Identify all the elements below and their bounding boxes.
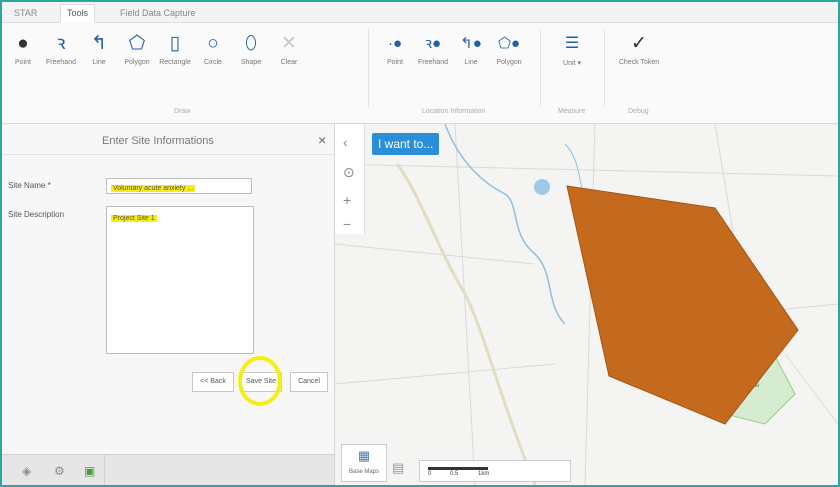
identify-point-button[interactable]: ·● Point bbox=[376, 31, 414, 66]
polygon-icon: ⬠ bbox=[128, 33, 146, 54]
ribbon-divider bbox=[604, 29, 605, 107]
tools-icon[interactable]: ⚙ bbox=[54, 464, 65, 478]
tools-ribbon: ● Point ꝛ Freehand ↰ Line ⬠ Polygon ▯ Re… bbox=[2, 23, 838, 124]
draw-polygon-button[interactable]: ⬠ Polygon bbox=[118, 31, 156, 66]
water-body bbox=[534, 179, 550, 195]
ribbon-divider bbox=[368, 29, 369, 107]
zoom-out-icon[interactable]: − bbox=[343, 216, 351, 232]
base-maps-icon: ▦ bbox=[357, 448, 371, 463]
tab-field-data-capture[interactable]: Field Data Capture bbox=[114, 5, 202, 22]
collapse-panel-icon[interactable]: ‹ bbox=[343, 134, 348, 150]
close-icon[interactable]: × bbox=[318, 132, 326, 148]
map-view[interactable]: Gundagai ‹ ⊙ + − I want to... ▦ Base Map… bbox=[335, 124, 838, 485]
layers-icon[interactable]: ◈ bbox=[22, 464, 31, 478]
draw-rectangle-button[interactable]: ▯ Rectangle bbox=[156, 31, 194, 66]
legend-icon[interactable]: ▤ bbox=[392, 460, 404, 476]
site-info-panel: Enter Site Informations × Site Name * Vo… bbox=[2, 124, 335, 485]
divider bbox=[104, 455, 105, 485]
identify-point-icon: ·● bbox=[387, 35, 403, 52]
draw-line-button[interactable]: ↰ Line bbox=[80, 31, 118, 66]
base-maps-button[interactable]: ▦ Base Maps bbox=[341, 444, 387, 482]
chevron-down-icon: ▾ bbox=[577, 60, 581, 67]
shape-icon: ⬯ bbox=[245, 33, 257, 54]
draw-freehand-button[interactable]: ꝛ Freehand bbox=[42, 31, 80, 66]
rectangle-icon: ▯ bbox=[169, 33, 181, 54]
tab-bar: STAR Tools Field Data Capture bbox=[2, 2, 838, 23]
site-description-label: Site Description bbox=[8, 210, 65, 219]
ruler-icon: ☰ bbox=[564, 35, 580, 52]
site-description-value: Project Site 1 bbox=[111, 215, 157, 222]
circle-icon: ○ bbox=[207, 33, 219, 54]
cancel-button[interactable]: Cancel bbox=[290, 372, 328, 392]
clear-icon: ✕ bbox=[281, 33, 297, 54]
check-token-button[interactable]: ✓ Check Token bbox=[614, 31, 664, 66]
freehand-icon: ꝛ bbox=[56, 33, 66, 54]
map-controls: ‹ ⊙ + − bbox=[335, 124, 365, 234]
ribbon-divider bbox=[540, 29, 541, 107]
draw-clear-button[interactable]: ✕ Clear bbox=[270, 31, 308, 66]
draw-group-label: Draw bbox=[174, 108, 191, 115]
locate-icon[interactable]: ⊙ bbox=[343, 164, 355, 181]
scale-line bbox=[428, 467, 488, 470]
site-name-label: Site Name * bbox=[8, 181, 51, 190]
scale-bar: 0 0.5 1km bbox=[419, 460, 571, 482]
draw-point-button[interactable]: ● Point bbox=[4, 31, 42, 66]
identify-freehand-icon: ꝛ● bbox=[424, 35, 442, 52]
site-description-textarea[interactable]: Project Site 1 bbox=[106, 206, 254, 354]
site-name-input[interactable]: Voluntary acute anxiety ... bbox=[106, 178, 252, 194]
site-name-value: Voluntary acute anxiety ... bbox=[111, 185, 196, 192]
zoom-in-icon[interactable]: + bbox=[343, 192, 351, 208]
map-icon[interactable]: ▣ bbox=[84, 464, 95, 478]
measure-unit-dropdown[interactable]: ☰ Unit ▾ bbox=[550, 31, 594, 67]
river bbox=[444, 124, 566, 325]
back-button[interactable]: << Back bbox=[192, 372, 234, 392]
identify-line-icon: ↰● bbox=[460, 35, 482, 52]
measure-group-label: Measure bbox=[558, 108, 586, 115]
line-icon: ↰ bbox=[91, 33, 107, 54]
identify-line-button[interactable]: ↰● Line bbox=[452, 31, 490, 66]
tab-tools[interactable]: Tools bbox=[60, 4, 96, 23]
debug-group-label: Debug bbox=[628, 108, 649, 115]
checkmark-icon: ✓ bbox=[631, 33, 647, 54]
identify-freehand-button[interactable]: ꝛ● Freehand bbox=[414, 31, 452, 66]
map-canvas: Gundagai bbox=[335, 124, 838, 485]
panel-title: Enter Site Informations bbox=[102, 135, 214, 147]
draw-shape-button[interactable]: ⬯ Shape bbox=[232, 31, 270, 66]
highlight-circle bbox=[238, 356, 282, 406]
i-want-to-button[interactable]: I want to... bbox=[372, 133, 440, 155]
draw-circle-button[interactable]: ○ Circle bbox=[194, 31, 232, 66]
tab-star[interactable]: STAR bbox=[8, 5, 43, 22]
point-icon: ● bbox=[17, 33, 29, 54]
panel-footer: ◈ ⚙ ▣ bbox=[2, 454, 334, 485]
identify-polygon-icon: ⬠● bbox=[497, 35, 521, 52]
identify-group-label: Location Information bbox=[422, 108, 486, 115]
divider bbox=[2, 154, 334, 155]
identify-polygon-button[interactable]: ⬠● Polygon bbox=[490, 31, 528, 66]
app-window: STAR Tools Field Data Capture ● Point ꝛ … bbox=[0, 0, 840, 487]
